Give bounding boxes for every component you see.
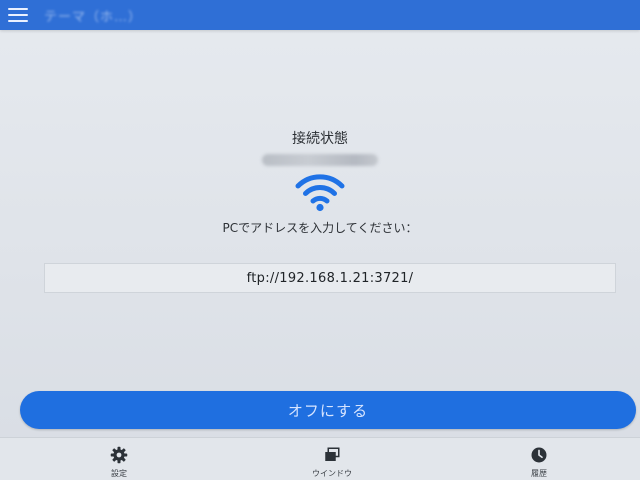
- bottom-navigation: 設定 ウインドウ 履歴: [0, 437, 640, 480]
- nav-window[interactable]: ウインドウ: [292, 438, 372, 480]
- stacked-windows-icon: [325, 447, 340, 461]
- nav-settings-label: 設定: [111, 469, 127, 478]
- app-title: テーマ（ホ…）: [44, 9, 143, 25]
- clock-icon: [531, 447, 547, 463]
- nav-window-label: ウインドウ: [312, 469, 352, 478]
- app-bar: テーマ（ホ…）: [0, 0, 640, 30]
- nav-settings[interactable]: 設定: [79, 438, 159, 480]
- network-name: [262, 154, 378, 166]
- connection-status: 接続状態 PCでアドレスを入力してください：: [0, 130, 640, 236]
- turn-off-button[interactable]: オフにする: [20, 391, 636, 429]
- ftp-address: ftp://192.168.1.21:3721/: [246, 270, 414, 286]
- ftp-address-field[interactable]: ftp://192.168.1.21:3721/: [44, 263, 616, 293]
- hamburger-menu-icon[interactable]: [8, 8, 28, 22]
- turn-off-label: オフにする: [287, 402, 369, 420]
- status-title: 接続状態: [292, 131, 348, 147]
- nav-history-label: 履歴: [531, 469, 547, 478]
- nav-history[interactable]: 履歴: [499, 438, 579, 480]
- ftp-server-screen: テーマ（ホ…） 接続状態 PCでアドレスを入力してください： ftp://192…: [0, 0, 640, 480]
- gear-icon: [110, 446, 128, 464]
- instruction-text: PCでアドレスを入力してください：: [222, 221, 418, 235]
- wifi-icon: [295, 174, 345, 212]
